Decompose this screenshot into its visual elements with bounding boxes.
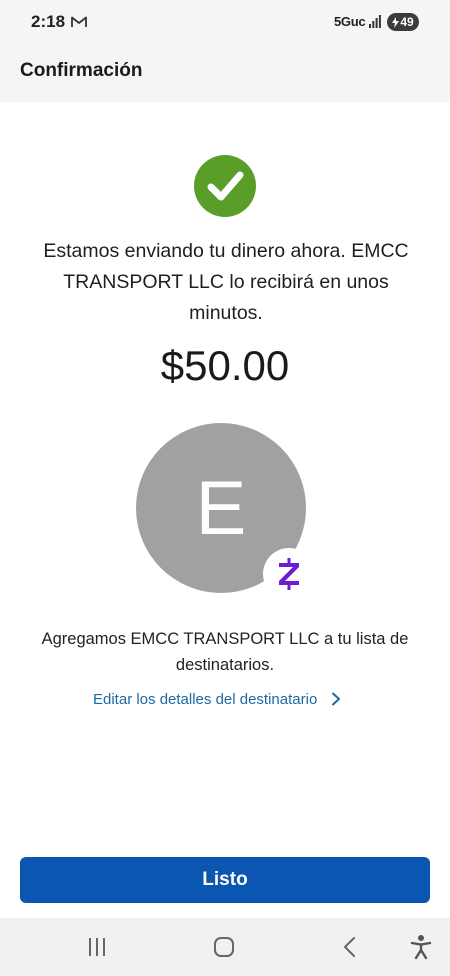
back-button[interactable] xyxy=(324,918,374,976)
battery-level: 49 xyxy=(400,15,414,29)
status-time: 2:18 xyxy=(31,12,66,31)
charging-icon xyxy=(392,16,400,28)
recipient-added-message: Agregamos EMCC TRANSPORT LLC a tu lista … xyxy=(41,630,409,674)
back-icon xyxy=(344,937,355,957)
accessibility-icon xyxy=(410,935,432,960)
confirmation-message: Estamos enviando tu dinero ahora. EMCC T… xyxy=(43,240,409,324)
signal-icon xyxy=(369,15,381,28)
status-bar: 2:18 5Guc 49 xyxy=(0,0,450,44)
done-button[interactable]: Listo xyxy=(20,857,430,903)
zelle-logo-icon xyxy=(279,558,299,590)
system-nav-bar xyxy=(0,918,450,976)
chevron-right-icon xyxy=(332,692,341,706)
recents-button[interactable] xyxy=(72,918,122,976)
page-title: Confirmación xyxy=(20,60,143,81)
home-icon xyxy=(214,937,234,957)
page-header: Confirmación xyxy=(0,44,450,102)
edit-recipient-label: Editar los detalles del destinatario xyxy=(93,690,318,708)
recents-icon xyxy=(89,938,105,956)
accessibility-button[interactable] xyxy=(398,918,444,976)
network-label: 5Guc xyxy=(334,14,366,29)
gmail-icon xyxy=(71,16,87,27)
edit-recipient-link[interactable]: Editar los detalles del destinatario xyxy=(93,688,341,710)
home-button[interactable] xyxy=(199,918,249,976)
battery-indicator: 49 xyxy=(387,13,419,31)
amount: $50.00 xyxy=(160,342,290,389)
check-circle-icon xyxy=(194,155,256,217)
zelle-badge xyxy=(263,548,315,600)
avatar-initial: E xyxy=(195,465,247,551)
